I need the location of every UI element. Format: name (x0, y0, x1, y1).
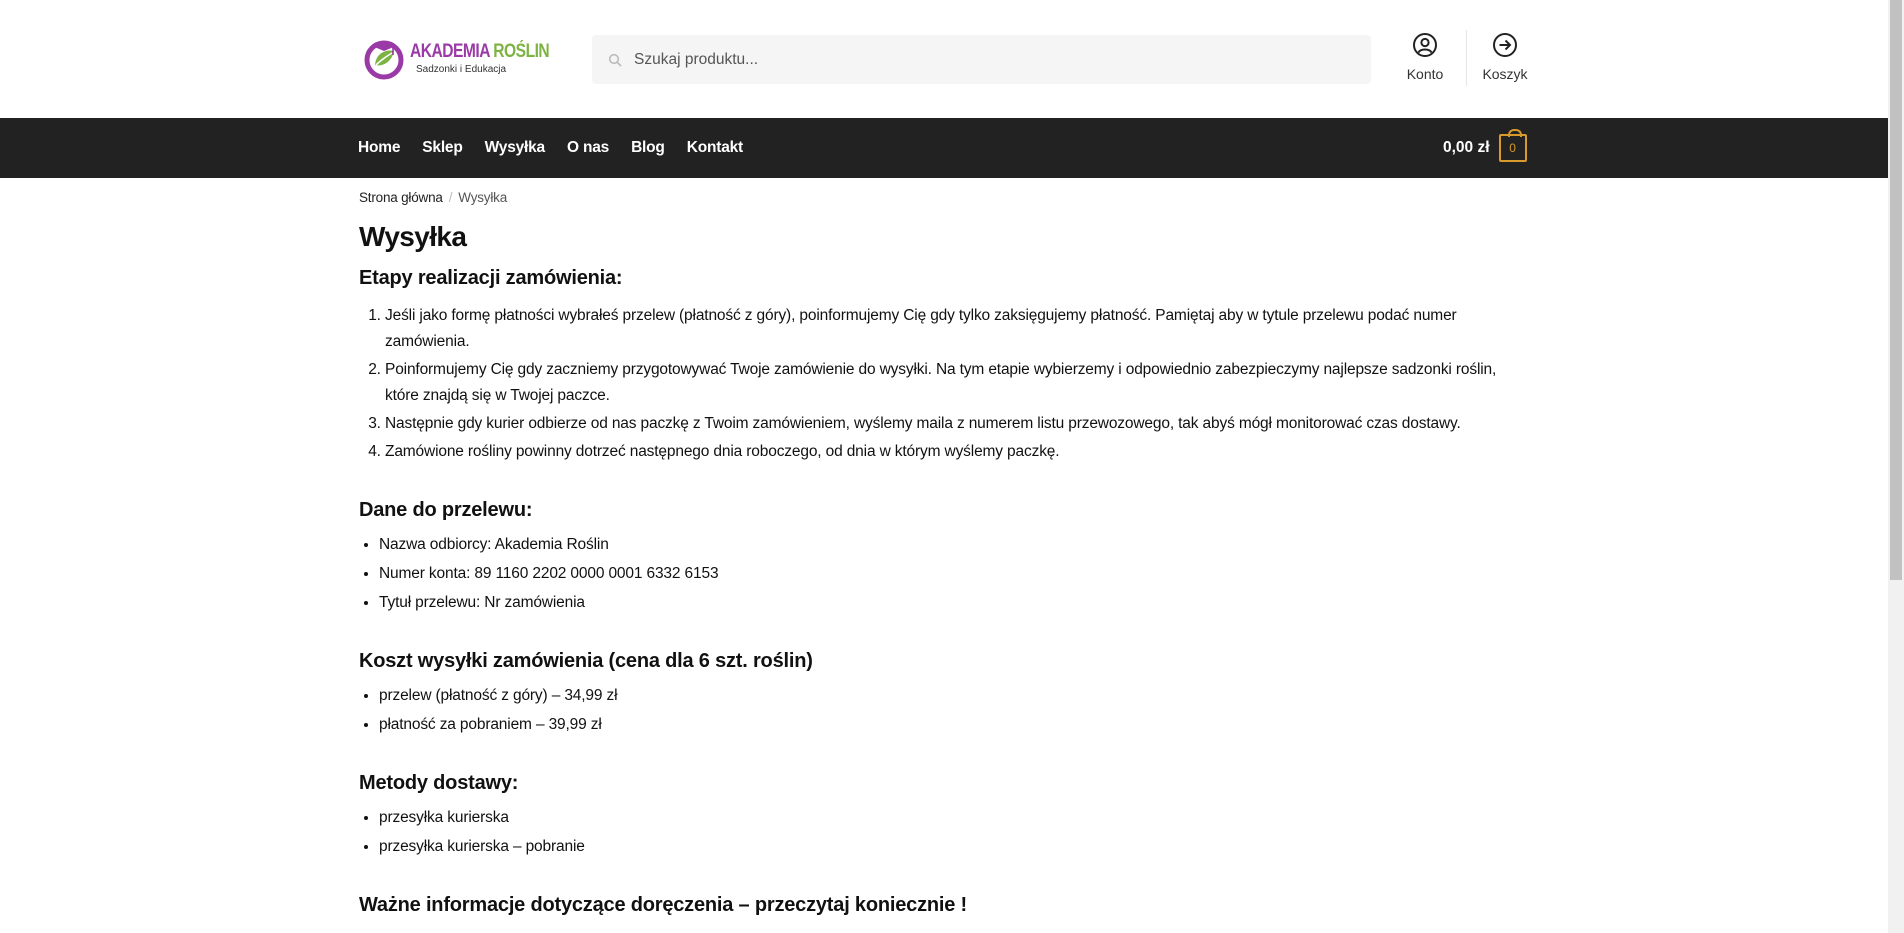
page-content: Strona główna / Wysyłka Wysyłka Etapy real… (359, 190, 1531, 917)
list-item: przesyłka kurierska (379, 805, 1531, 831)
logo-title-part1: AKADEMIA (410, 40, 494, 62)
list-item: przelew (płatność z góry) – 34,99 zł (379, 683, 1531, 709)
section-heading-order-steps: Etapy realizacji zamówienia: (359, 267, 623, 289)
page-scrollbar[interactable] (1888, 0, 1904, 933)
search-icon (608, 53, 622, 67)
scrollbar-thumb[interactable] (1890, 0, 1902, 580)
cart-link[interactable]: Koszyk (1467, 32, 1543, 82)
list-item: Zamówione rośliny powinny dotrzeć następ… (385, 439, 1531, 465)
breadcrumb-current: Wysyłka (458, 190, 508, 205)
section-heading-delivery-info: Ważne informacje dotyczące doręczenia – … (359, 894, 967, 916)
cart-total: 0,00 zł (1443, 139, 1490, 156)
search-input[interactable] (634, 50, 1334, 69)
list-item: przesyłka kurierska – pobranie (379, 834, 1531, 860)
site-header: AKADEMIA ROŚLIN Sadzonki i Edukacja Kont… (0, 0, 1888, 118)
section-heading-delivery-methods: Metody dostawy: (359, 772, 519, 794)
list-item: Nazwa odbiorcy: Akademia Roślin (379, 532, 1531, 558)
logo-title-part2: ROŚLIN (493, 40, 550, 62)
nav-item-shop[interactable]: Sklep (422, 139, 463, 157)
nav-item-home[interactable]: Home (358, 139, 400, 157)
list-item: Następnie gdy kurier odbierze od nas pac… (385, 411, 1531, 437)
user-circle-icon (1413, 33, 1437, 57)
list-item: Jeśli jako formę płatności wybrałeś prze… (385, 303, 1531, 355)
section-heading-shipping-cost: Koszt wysyłki zamówienia (cena dla 6 szt… (359, 650, 813, 672)
page-title: Wysyłka (359, 221, 467, 252)
breadcrumb-home[interactable]: Strona główna (359, 190, 443, 205)
nav-item-blog[interactable]: Blog (631, 139, 665, 157)
main-navigation: Home Sklep Wysyłka O nas Blog Kontakt 0,… (0, 118, 1888, 178)
breadcrumb-separator: / (448, 190, 453, 205)
arrow-right-circle-icon (1493, 33, 1517, 57)
cart-bag-icon: 0 (1498, 129, 1527, 162)
account-link[interactable]: Konto (1387, 32, 1463, 82)
list-item: Poinformujemy Cię gdy zaczniemy przygoto… (385, 357, 1531, 409)
nav-item-contact[interactable]: Kontakt (687, 139, 743, 157)
logo-mark-icon (364, 40, 404, 80)
logo-title: AKADEMIA ROŚLIN (410, 40, 550, 62)
order-steps-list: Jeśli jako formę płatności wybrałeś prze… (359, 303, 1531, 465)
list-item: Tytuł przelewu: Nr zamówienia (379, 590, 1531, 616)
account-label: Konto (1406, 66, 1444, 82)
breadcrumb: Strona główna / Wysyłka (359, 190, 1531, 205)
list-item: Numer konta: 89 1160 2202 0000 0001 6332… (379, 561, 1531, 587)
cart-label: Koszyk (1482, 66, 1528, 82)
shipping-cost-list: przelew (płatność z góry) – 34,99 zł pła… (359, 683, 1531, 738)
transfer-details-list: Nazwa odbiorcy: Akademia Roślin Numer ko… (359, 532, 1531, 616)
section-heading-transfer-details: Dane do przelewu: (359, 499, 533, 521)
nav-item-about[interactable]: O nas (567, 139, 609, 157)
nav-item-shipping[interactable]: Wysyłka (485, 139, 546, 157)
nav-menu: Home Sklep Wysyłka O nas Blog Kontakt (358, 118, 765, 178)
list-item: płatność za pobraniem – 39,99 zł (379, 712, 1531, 738)
site-logo[interactable]: AKADEMIA ROŚLIN Sadzonki i Edukacja (362, 34, 550, 82)
delivery-methods-list: przesyłka kurierska przesyłka kurierska … (359, 805, 1531, 860)
search-bar (592, 35, 1371, 84)
logo-subtitle: Sadzonki i Edukacja (416, 63, 507, 75)
cart-count: 0 (1509, 141, 1516, 155)
mini-cart[interactable]: 0,00 zł 0 (1443, 129, 1527, 163)
